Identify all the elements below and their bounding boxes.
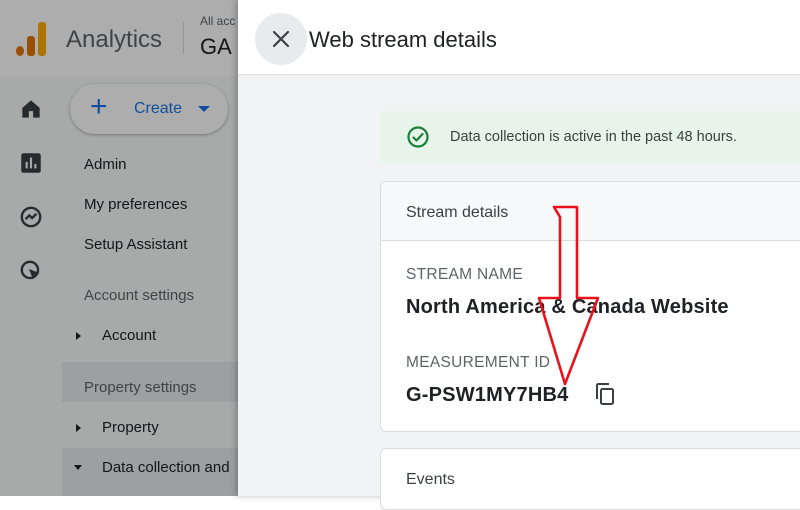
check-circle-icon [407,126,429,148]
status-text: Data collection is active in the past 48… [450,129,737,145]
stream-details-card: Stream details STREAM NAME North America… [380,181,800,432]
close-icon [272,30,290,48]
measurement-id-value[interactable]: G-PSW1MY7HB4 [406,384,568,407]
stream-name-value: North America & Canada Website [406,296,729,318]
events-title: Events [406,471,455,488]
stream-name-label: STREAM NAME [406,266,523,283]
web-stream-details-drawer: Web stream details Data collection is ac… [238,0,800,510]
data-collection-status-banner: Data collection is active in the past 48… [380,111,800,163]
copy-icon[interactable] [593,382,617,406]
drawer-title: Web stream details [309,27,497,52]
close-button[interactable] [255,13,307,65]
stream-details-title: Stream details [406,204,509,221]
drawer-header: Web stream details [238,0,800,75]
measurement-id-label: MEASUREMENT ID [406,354,551,371]
events-card: Events [380,448,800,510]
stream-details-header: Stream details [381,182,800,241]
